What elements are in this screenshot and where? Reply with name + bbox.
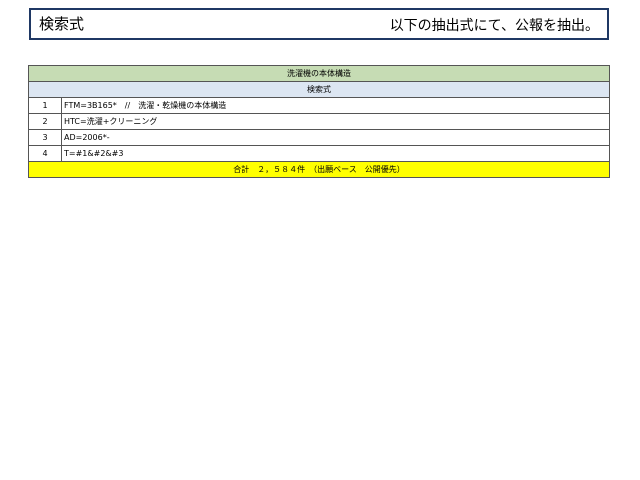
header-description: 以下の抽出式にて、公報を抽出。 <box>389 18 599 34</box>
page-title: 検索式 <box>39 15 85 33</box>
row-expression: HTC=洗濯+クリーニング <box>61 113 610 130</box>
table-title: 洗濯機の本体構造 <box>28 65 610 82</box>
row-number: 1 <box>28 97 62 114</box>
table-row: 3 AD=2006*- <box>28 129 610 146</box>
table-row: 1 FTM=3B165* // 洗濯・乾燥機の本体構造 <box>28 97 610 114</box>
table-row: 4 T=#1&#2&#3 <box>28 145 610 162</box>
row-number: 4 <box>28 145 62 162</box>
table-subtitle-row: 検索式 <box>28 81 610 98</box>
search-query-table: 洗濯機の本体構造 検索式 1 FTM=3B165* // 洗濯・乾燥機の本体構造… <box>28 65 610 178</box>
row-number: 3 <box>28 129 62 146</box>
row-expression: FTM=3B165* // 洗濯・乾燥機の本体構造 <box>61 97 610 114</box>
row-expression: T=#1&#2&#3 <box>61 145 610 162</box>
table-subtitle: 検索式 <box>28 81 610 98</box>
table-row: 2 HTC=洗濯+クリーニング <box>28 113 610 130</box>
table-title-row: 洗濯機の本体構造 <box>28 65 610 82</box>
row-expression: AD=2006*- <box>61 129 610 146</box>
total-row: 合計 ２，５８４件 （出願ベース 公開優先） <box>28 161 610 178</box>
row-number: 2 <box>28 113 62 130</box>
header-box: 検索式 以下の抽出式にて、公報を抽出。 <box>29 8 609 40</box>
total-count: 合計 ２，５８４件 （出願ベース 公開優先） <box>28 161 610 178</box>
